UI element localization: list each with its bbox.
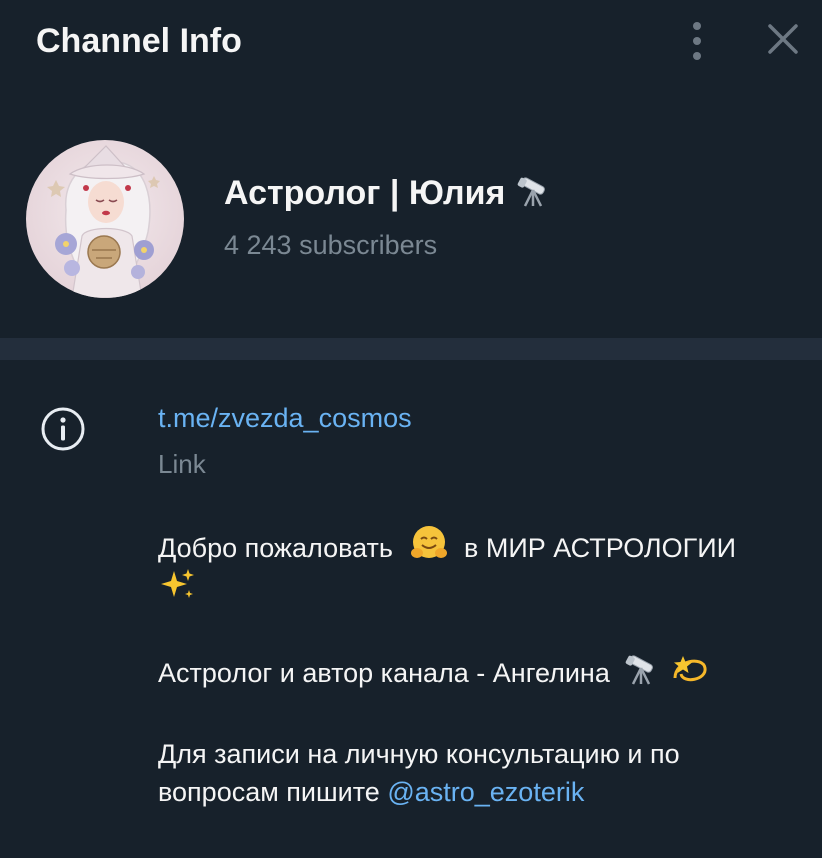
close-icon[interactable] [762, 18, 804, 60]
channel-name: Астролог | Юлия [224, 172, 553, 220]
welcome-text: Добро пожаловать [158, 533, 393, 563]
sparkles-line [158, 565, 798, 615]
more-vertical-icon[interactable] [684, 18, 710, 64]
telescope-icon [623, 650, 661, 698]
link-label: Link [158, 449, 206, 479]
section-divider [0, 338, 822, 360]
telescope-icon [515, 172, 553, 220]
description-line-contact: Для записи на личную консультацию и по в… [158, 735, 798, 811]
welcome-suffix: в МИР АСТРОЛОГИИ [464, 533, 737, 563]
channel-name-text: Астролог | Юлия [224, 174, 506, 212]
channel-avatar[interactable] [26, 140, 184, 298]
author-text: Астролог и автор канала - Ангелина [158, 658, 610, 688]
description-line-author: Астролог и автор канала - Ангелина [158, 648, 798, 698]
dizzy-star-icon [669, 648, 709, 698]
header: Channel Info [0, 0, 822, 84]
contact-mention-link[interactable]: @astro_ezoterik [387, 777, 584, 807]
sparkles-icon [158, 565, 198, 615]
window-title: Channel Info [36, 22, 242, 60]
subscriber-count: 4 243 subscribers [224, 230, 438, 260]
channel-profile: Астролог | Юлия 4 243 subscribers [0, 84, 822, 338]
channel-link[interactable]: t.me/zvezda_cosmos [158, 400, 412, 436]
info-icon [40, 406, 86, 452]
